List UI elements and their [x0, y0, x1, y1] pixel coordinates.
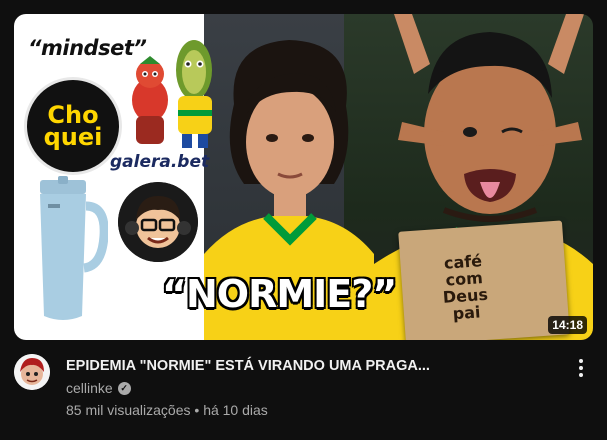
cartoon-avatar-illustration [118, 182, 198, 262]
stats-separator: • [194, 402, 200, 418]
channel-avatar-icon [14, 354, 50, 390]
stanley-tumbler-image [40, 176, 108, 320]
menu-dot-icon [579, 366, 583, 370]
video-thumbnail[interactable]: “mindset” Cho quei galera.bet café com D… [14, 14, 593, 340]
menu-dot-icon [579, 359, 583, 363]
cafe-com-deus-pai-book: café com Deus pai [398, 220, 570, 340]
verified-check-icon: ✓ [117, 381, 131, 395]
duration-badge: 14:18 [548, 316, 587, 334]
more-actions-button[interactable] [573, 356, 589, 380]
galera-bet-logo: galera.bet [110, 152, 210, 172]
video-stats: 85 mil visualizações • há 10 dias [66, 402, 268, 418]
channel-row[interactable]: cellinke ✓ [66, 380, 131, 396]
choquei-logo: Cho quei [27, 80, 119, 172]
book-title: café com Deus pai [440, 251, 490, 323]
choquei-logo-line2: quei [43, 123, 103, 151]
video-title[interactable]: EPIDEMIA "NORMIE" ESTÁ VIRANDO UMA PRAGA… [66, 356, 546, 376]
channel-avatar[interactable] [14, 354, 50, 390]
channel-name[interactable]: cellinke [66, 380, 113, 396]
view-count: 85 mil visualizações [66, 402, 191, 418]
menu-dot-icon [579, 373, 583, 377]
normie-overlay-text: “NORMIE?” [162, 272, 397, 316]
video-metadata: EPIDEMIA "NORMIE" ESTÁ VIRANDO UMA PRAGA… [14, 352, 593, 432]
published-date: há 10 dias [203, 402, 268, 418]
